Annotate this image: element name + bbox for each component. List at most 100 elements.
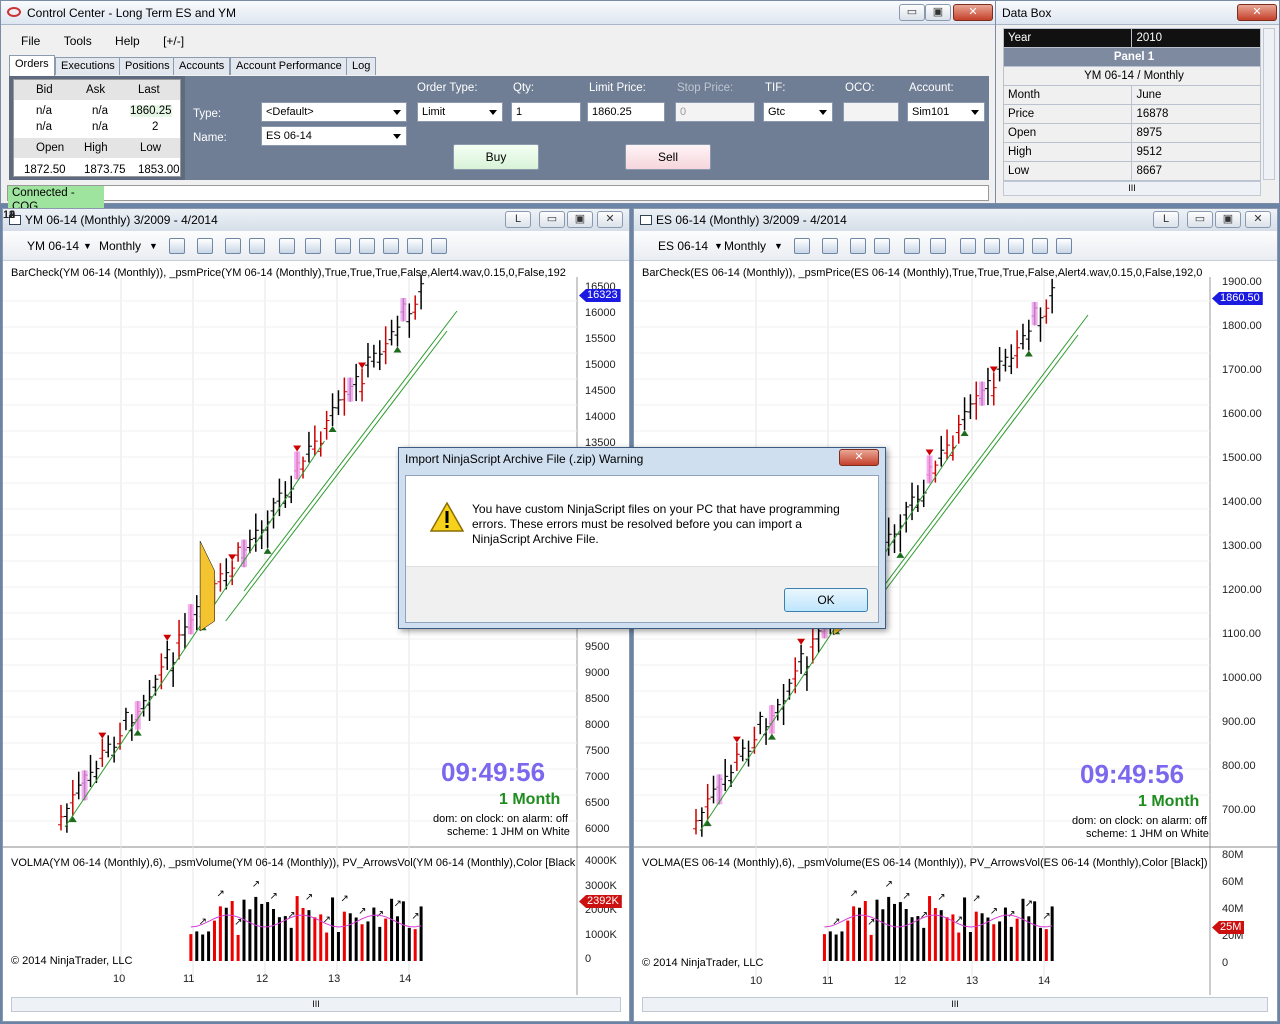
chart-maximize-button[interactable]: ▣ (1215, 211, 1241, 228)
pencil-icon[interactable] (822, 238, 838, 254)
buy-button[interactable]: Buy (453, 144, 539, 170)
chart-close-button[interactable]: ✕ (597, 211, 623, 228)
tab-positions[interactable]: Positions (119, 57, 176, 75)
account-select[interactable]: Sim101 (907, 102, 985, 122)
name-select[interactable]: ES 06-14 (261, 126, 407, 146)
axis-tick-label: 7000 (585, 771, 610, 783)
ok-button[interactable]: OK (784, 588, 868, 612)
chevron-down-icon[interactable]: ▼ (714, 231, 723, 261)
indicators-icon[interactable] (960, 238, 976, 254)
order-type-select[interactable]: Limit (417, 102, 503, 122)
volume-arrow: ↗ (937, 892, 945, 903)
tab-executions[interactable]: Executions (55, 57, 121, 75)
tab-orders[interactable]: Orders (9, 55, 55, 76)
close-button[interactable]: ✕ (953, 4, 993, 21)
swing-low-marker (393, 346, 402, 353)
data-box-hscrollbar[interactable]: III (1003, 181, 1261, 196)
chart-maximize-button[interactable]: ▣ (567, 211, 593, 228)
control-center-titlebar[interactable]: Control Center - Long Term ES and YM ▭ ▣… (1, 1, 995, 25)
axis-tick-label: 9500 (585, 641, 610, 653)
chevron-down-icon[interactable]: ▼ (774, 231, 783, 261)
chart-minimize-button[interactable]: ▭ (1187, 211, 1213, 228)
panel-icon[interactable] (1056, 238, 1072, 254)
zoom-icon[interactable] (930, 238, 946, 254)
axis-tick-label: 15500 (585, 333, 616, 345)
volume-arrow: ↗ (199, 917, 207, 928)
trend-line (876, 314, 1089, 596)
data-box-close-button[interactable]: ✕ (1237, 4, 1277, 21)
link-button[interactable]: L (1153, 211, 1179, 228)
crosshair-icon[interactable] (225, 238, 241, 254)
tif-select[interactable]: Gtc (763, 102, 833, 122)
link-button[interactable]: L (505, 211, 531, 228)
order-entry: Type: <Default> Name: ES 06-14 Order Typ… (185, 76, 989, 180)
zoom-icon[interactable] (305, 238, 321, 254)
volume-bar (1044, 929, 1048, 961)
oco-input[interactable] (843, 102, 899, 122)
strategies-icon[interactable] (359, 238, 375, 254)
tab-log[interactable]: Log (346, 57, 377, 75)
instrument-selector[interactable]: YM 06-14 (27, 231, 79, 261)
strategies-icon[interactable] (984, 238, 1000, 254)
chart-scrollbar-ym[interactable]: III (11, 997, 621, 1012)
volume-bar (834, 934, 838, 961)
bar-type-icon[interactable] (169, 238, 185, 254)
interval-selector[interactable]: Monthly (99, 231, 141, 261)
data-box-titlebar[interactable]: Data Box ✕ (996, 1, 1279, 25)
chart-close-button[interactable]: ✕ (1245, 211, 1271, 228)
volume-bar (887, 896, 891, 961)
menu-tools[interactable]: Tools (54, 29, 102, 53)
properties-icon[interactable] (383, 238, 399, 254)
open-header: Open (36, 142, 65, 154)
ask-header: Ask (86, 84, 106, 96)
high-header: High (84, 142, 108, 154)
volume-bar (893, 903, 897, 961)
tab-accounts[interactable]: Accounts (173, 57, 231, 75)
chart-scrollbar-es[interactable]: III (642, 997, 1268, 1012)
volume-bar (419, 906, 423, 961)
pin-icon[interactable] (874, 238, 890, 254)
crosshair-icon[interactable] (850, 238, 866, 254)
panel-icon[interactable] (431, 238, 447, 254)
minimize-button[interactable]: ▭ (899, 4, 925, 21)
interval-selector[interactable]: Monthly (724, 231, 766, 261)
limit-price-label: Limit Price: (589, 82, 646, 94)
chevron-down-icon[interactable]: ▼ (149, 231, 158, 261)
sell-button[interactable]: Sell (625, 144, 711, 170)
chart-titlebar-ym[interactable]: YM 06-14 (Monthly) 3/2009 - 4/2014 L ▭ ▣… (3, 209, 629, 231)
chart-titlebar-es[interactable]: ES 06-14 (Monthly) 3/2009 - 4/2014 L ▭ ▣… (634, 209, 1277, 231)
properties-icon[interactable] (1008, 238, 1024, 254)
table-row: High 9512 (1002, 142, 1261, 162)
swing-low-marker (328, 426, 337, 433)
pin-icon[interactable] (249, 238, 265, 254)
swing-high-marker (732, 736, 741, 743)
volume-bar (939, 910, 943, 961)
tab-account-performance[interactable]: Account Performance (230, 57, 348, 75)
indicators-icon[interactable] (335, 238, 351, 254)
instrument-selector[interactable]: ES 06-14 (658, 231, 708, 261)
dialog-close-button[interactable]: ✕ (839, 449, 879, 466)
bar-type-icon[interactable] (794, 238, 810, 254)
axis-tick-label: 6000 (585, 823, 610, 835)
menu-expand[interactable]: [+/-] (153, 29, 194, 53)
data-series-icon[interactable] (1032, 238, 1048, 254)
axis-tick-label: 14 (399, 973, 412, 985)
chart-minimize-button[interactable]: ▭ (539, 211, 565, 228)
type-select[interactable]: <Default> (261, 102, 407, 122)
table-row: Price 16878 (1002, 104, 1261, 124)
limit-price-input[interactable]: 1860.25 (587, 102, 665, 122)
dialog-title[interactable]: Import NinjaScript Archive File (.zip) W… (405, 452, 643, 466)
axis-tick-label: 9000 (585, 667, 610, 679)
data-series-icon[interactable] (407, 238, 423, 254)
pointer-icon[interactable] (904, 238, 920, 254)
stop-price-input[interactable]: 0 (675, 102, 755, 122)
pencil-icon[interactable] (197, 238, 213, 254)
menu-file[interactable]: File (11, 29, 50, 53)
maximize-button[interactable]: ▣ (925, 4, 951, 21)
data-box-vscrollbar[interactable] (1263, 28, 1275, 180)
menu-help[interactable]: Help (105, 29, 150, 53)
chevron-down-icon[interactable]: ▼ (83, 231, 92, 261)
qty-input[interactable]: 1 (511, 102, 581, 122)
volume-arrow: ↗ (305, 892, 313, 903)
pointer-icon[interactable] (279, 238, 295, 254)
